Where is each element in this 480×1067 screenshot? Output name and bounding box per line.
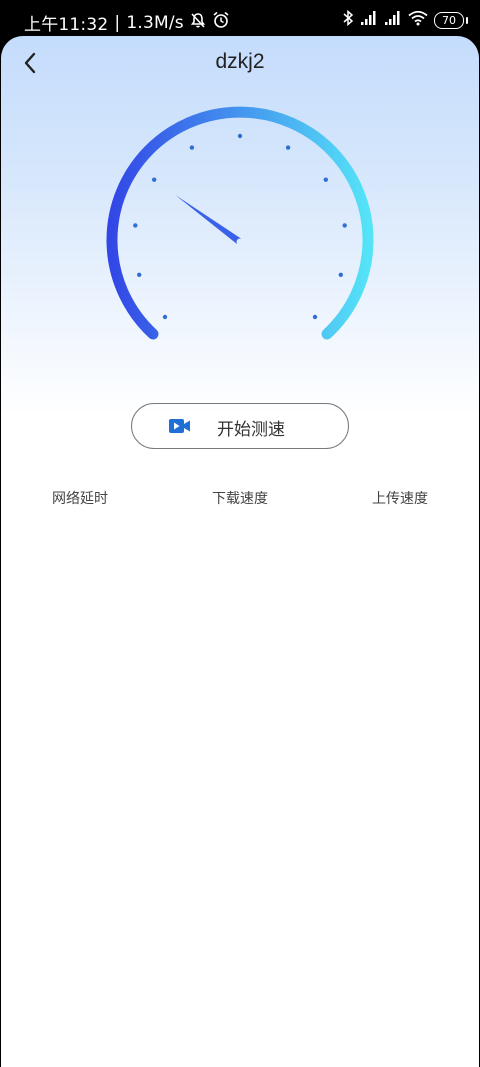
battery-level: 70 — [442, 13, 456, 27]
bluetooth-icon — [342, 9, 354, 31]
gauge-tick — [338, 272, 343, 277]
mute-bell-icon — [190, 12, 206, 34]
gauge-tick — [133, 223, 138, 228]
gauge-tick — [189, 145, 195, 150]
video-camera-icon — [168, 417, 192, 439]
gauge-tick — [342, 223, 347, 228]
gauge-tick — [285, 145, 291, 150]
gauge-needle — [175, 195, 243, 245]
status-right: 70 — [342, 9, 468, 31]
gauge-tick — [312, 314, 318, 320]
gauge-tick — [137, 272, 142, 277]
app-screen: dzkj2 开始测速 网络延时 下载速度 上传速度 — [1, 36, 479, 1067]
gauge-tick — [237, 133, 243, 139]
battery-icon: 70 — [434, 11, 468, 29]
gauge-ticks — [133, 133, 347, 320]
start-test-button[interactable]: 开始测速 — [131, 403, 349, 449]
metric-upload-label: 上传速度 — [372, 491, 428, 507]
start-test-label: 开始测速 — [217, 420, 285, 440]
wifi-icon — [408, 10, 428, 30]
status-separator: | — [114, 12, 121, 33]
signal-icon — [384, 10, 402, 30]
alarm-icon — [212, 11, 230, 34]
signal-icon — [360, 10, 378, 30]
gauge-tick — [162, 314, 168, 320]
network-speed: 1.3M/s — [126, 12, 184, 33]
metric-download-label: 下载速度 — [212, 491, 268, 507]
gauge-tick — [152, 177, 157, 182]
status-left: 上午11:32 | 1.3M/s — [24, 10, 230, 35]
gauge-arc — [106, 106, 374, 340]
gauge-tick — [323, 177, 328, 182]
speed-gauge — [106, 106, 374, 340]
status-time: 上午11:32 — [24, 15, 109, 35]
metric-latency-label: 网络延时 — [52, 491, 108, 507]
